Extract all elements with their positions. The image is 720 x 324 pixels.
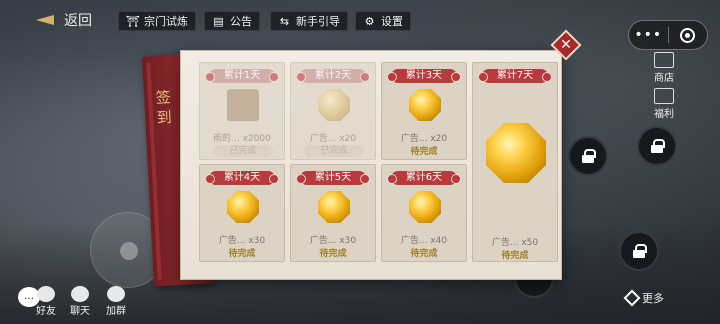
reward-label: 广告... x20: [309, 134, 357, 144]
notice-icon: ▤: [213, 14, 224, 28]
gem-icon: [318, 191, 350, 223]
day-card-3[interactable]: 累计3天 广告... x20 待完成: [381, 62, 467, 160]
welfare-label: 福利: [654, 109, 674, 120]
move-icon: [623, 289, 641, 307]
more-label: 更多: [642, 292, 664, 305]
close-miniprogram-button[interactable]: [669, 27, 708, 43]
signin-title: 签到: [155, 88, 173, 128]
day-card-1[interactable]: 累计1天 雨的... x2000 已完成: [199, 62, 285, 160]
gem-icon: [409, 191, 441, 223]
notice-label: 公告: [230, 15, 252, 28]
gear-icon: ⚙: [364, 14, 375, 28]
locked-skill-button-3[interactable]: [619, 231, 659, 271]
status-badge: 待完成: [228, 249, 256, 259]
shop-button[interactable]: 商店: [654, 52, 674, 84]
friends-label: 好友: [36, 306, 56, 317]
shop-icon: [654, 52, 674, 68]
day-card-2[interactable]: 累计2天 广告... x20 已完成: [290, 62, 376, 160]
status-badge: 待完成: [410, 147, 438, 157]
day-card-7[interactable]: 累计7天 广告... x50 待完成: [472, 62, 558, 262]
back-button[interactable]: 返回: [36, 10, 92, 30]
chat-icon: [71, 286, 89, 302]
day-card-4[interactable]: 累计4天 广告... x30 待完成: [199, 164, 285, 262]
day-tag: 累计2天: [296, 69, 370, 83]
tutorial-button[interactable]: ⇆ 新手引导: [270, 11, 348, 31]
reward-label: 广告... x50: [491, 238, 539, 248]
chat-button[interactable]: 聊天: [70, 286, 90, 317]
reward-label: 广告... x30: [309, 236, 357, 246]
day-tag: 累计7天: [478, 69, 552, 83]
day-tag: 累计4天: [205, 171, 279, 185]
signin-panel: 累计1天 雨的... x2000 已完成 累计2天 广告... x20 已完成 …: [180, 50, 562, 280]
locked-skill-button-1[interactable]: [568, 136, 608, 176]
settings-button[interactable]: ⚙ 设置: [355, 11, 411, 31]
tutorial-label: 新手引导: [296, 15, 340, 28]
back-arrow-icon: [36, 15, 56, 25]
status-badge: 待完成: [319, 249, 347, 259]
join-group-label: 加群: [106, 306, 126, 317]
locked-skill-button-2[interactable]: [637, 126, 677, 166]
settings-label: 设置: [381, 15, 403, 28]
scroll-item-icon: [227, 89, 259, 121]
reward-label: 广告... x30: [218, 236, 266, 246]
bell-icon: [107, 286, 125, 302]
more-button[interactable]: 更多: [623, 289, 664, 307]
gem-icon: [409, 89, 441, 121]
lock-icon: [582, 149, 596, 163]
sect-trial-button[interactable]: ⛩ 宗门试炼: [118, 11, 196, 31]
lock-icon: [651, 139, 665, 153]
close-icon: ✕: [560, 37, 572, 53]
day-tag: 累计5天: [296, 171, 370, 185]
friends-button[interactable]: 好友: [36, 286, 56, 317]
notice-button[interactable]: ▤ 公告: [204, 11, 260, 31]
status-badge: 已完成: [303, 145, 365, 157]
status-badge: 待完成: [410, 249, 438, 259]
reward-label: 雨的... x2000: [213, 134, 271, 144]
friends-icon: [37, 286, 55, 302]
day-card-6[interactable]: 累计6天 广告... x40 待完成: [381, 164, 467, 262]
reward-label: 广告... x40: [400, 236, 448, 246]
gem-icon: [318, 89, 350, 121]
reward-label: 广告... x20: [400, 134, 448, 144]
gem-icon: [486, 123, 546, 183]
gift-icon: [654, 88, 674, 104]
gem-icon: [227, 191, 259, 223]
shop-label: 商店: [654, 73, 674, 84]
temple-icon: ⛩: [126, 14, 140, 28]
target-icon: [680, 27, 696, 43]
status-badge: 待完成: [501, 251, 529, 261]
day-tag: 累计6天: [387, 171, 461, 185]
joystick-knob[interactable]: [120, 242, 138, 260]
chat-label: 聊天: [70, 306, 90, 317]
lock-icon: [633, 244, 647, 258]
menu-dots-button[interactable]: •••: [629, 27, 668, 43]
status-badge: 已完成: [212, 145, 274, 157]
back-label: 返回: [64, 13, 92, 29]
day-tag: 累计3天: [387, 69, 461, 83]
miniprogram-capsule: •••: [628, 20, 708, 50]
welfare-button[interactable]: 福利: [654, 88, 674, 120]
signin-grid: 累计1天 雨的... x2000 已完成 累计2天 广告... x20 已完成 …: [189, 60, 558, 270]
join-group-button[interactable]: 加群: [106, 286, 126, 317]
signpost-icon: ⇆: [279, 14, 290, 28]
sect-trial-label: 宗门试炼: [144, 15, 188, 28]
day-card-5[interactable]: 累计5天 广告... x30 待完成: [290, 164, 376, 262]
day-tag: 累计1天: [205, 69, 279, 83]
